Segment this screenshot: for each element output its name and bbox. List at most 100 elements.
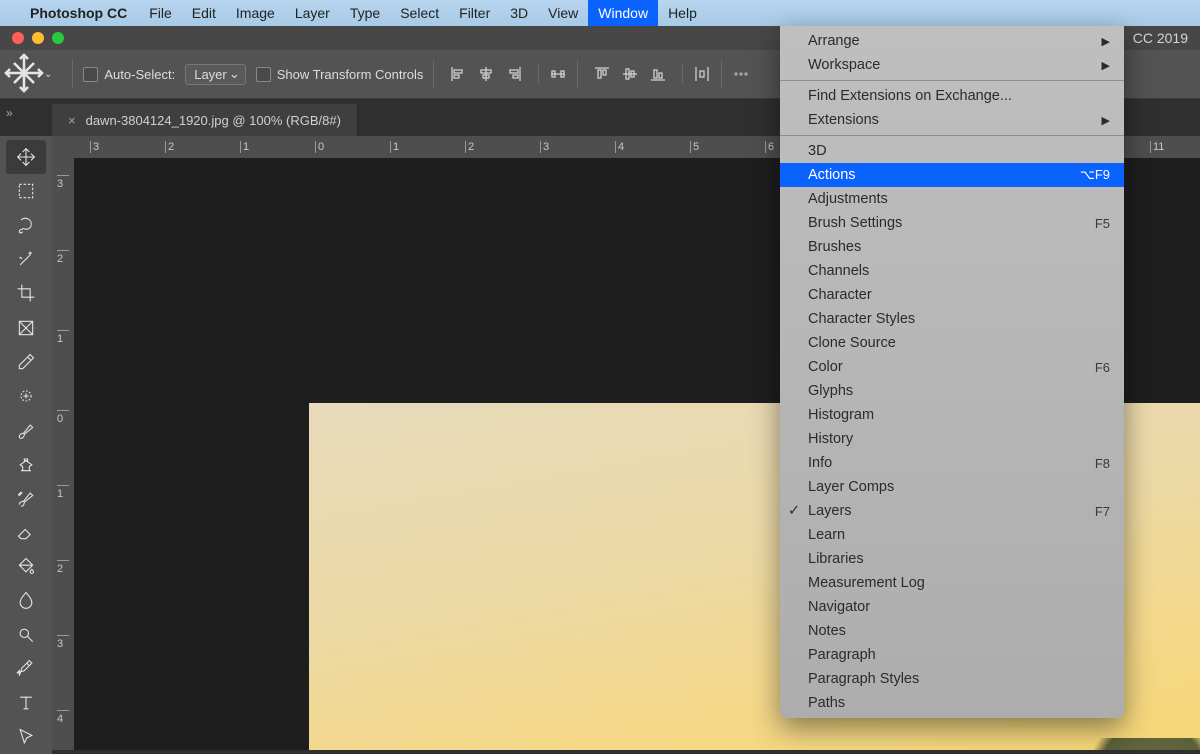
path-selection-tool[interactable]: [6, 720, 46, 754]
menu-3d[interactable]: 3D: [500, 0, 538, 26]
pen-tool[interactable]: [6, 652, 46, 686]
menu-item-info[interactable]: InfoF8: [780, 451, 1124, 475]
menu-item-arrange[interactable]: Arrange▶: [780, 29, 1124, 53]
menu-item-learn[interactable]: Learn: [780, 523, 1124, 547]
menu-item-measurement-log[interactable]: Measurement Log: [780, 571, 1124, 595]
menu-item-paragraph-styles[interactable]: Paragraph Styles: [780, 667, 1124, 691]
spot-healing-tool[interactable]: [6, 379, 46, 413]
submenu-arrow-icon: ▶: [1102, 59, 1110, 72]
menu-item-label: Color: [808, 359, 843, 375]
menu-item-glyphs[interactable]: Glyphs: [780, 379, 1124, 403]
menu-item-label: Navigator: [808, 599, 870, 615]
align-top-icon[interactable]: [593, 65, 611, 83]
menu-item-label: 3D: [808, 143, 827, 159]
menu-item-find-extensions-on-exchange-[interactable]: Find Extensions on Exchange...: [780, 84, 1124, 108]
history-brush-tool[interactable]: [6, 481, 46, 515]
marquee-tool[interactable]: [6, 174, 46, 208]
menu-item-layer-comps[interactable]: Layer Comps: [780, 475, 1124, 499]
menu-item-adjustments[interactable]: Adjustments: [780, 187, 1124, 211]
panel-collapse-toggle[interactable]: »: [6, 106, 11, 120]
menu-item-character-styles[interactable]: Character Styles: [780, 307, 1124, 331]
document-tab-label: dawn-3804124_1920.jpg @ 100% (RGB/8#): [86, 113, 341, 128]
lasso-tool[interactable]: [6, 208, 46, 242]
menu-item-paths[interactable]: Paths: [780, 691, 1124, 715]
menu-view[interactable]: View: [538, 0, 588, 26]
menu-item-histogram[interactable]: Histogram: [780, 403, 1124, 427]
app-name[interactable]: Photoshop CC: [30, 5, 127, 21]
submenu-arrow-icon: ▶: [1102, 114, 1110, 127]
menu-item-character[interactable]: Character: [780, 283, 1124, 307]
document-tab[interactable]: × dawn-3804124_1920.jpg @ 100% (RGB/8#): [52, 104, 358, 136]
menu-edit[interactable]: Edit: [182, 0, 226, 26]
menu-item-label: Glyphs: [808, 383, 853, 399]
menu-item-workspace[interactable]: Workspace▶: [780, 53, 1124, 77]
dodge-tool[interactable]: [6, 618, 46, 652]
menu-item-brush-settings[interactable]: Brush SettingsF5: [780, 211, 1124, 235]
crop-tool[interactable]: [6, 276, 46, 310]
magic-wand-tool[interactable]: [6, 242, 46, 276]
menu-item-paragraph[interactable]: Paragraph: [780, 643, 1124, 667]
window-menu-dropdown: Arrange▶Workspace▶ Find Extensions on Exc…: [780, 26, 1124, 718]
menu-item-extensions[interactable]: Extensions▶: [780, 108, 1124, 132]
menu-item-navigator[interactable]: Navigator: [780, 595, 1124, 619]
close-tab-icon[interactable]: ×: [68, 113, 76, 128]
eraser-tool[interactable]: [6, 515, 46, 549]
auto-select-dropdown[interactable]: Layer: [185, 64, 246, 85]
align-hcenter-icon[interactable]: [477, 65, 495, 83]
menu-item-shortcut: ⌥F9: [1080, 167, 1110, 183]
menu-item-channels[interactable]: Channels: [780, 259, 1124, 283]
minimize-window-button[interactable]: [32, 32, 44, 44]
auto-select-label: Auto-Select:: [104, 67, 175, 82]
move-tool[interactable]: [6, 140, 46, 174]
menu-item-actions[interactable]: Actions⌥F9: [780, 163, 1124, 187]
show-transform-label: Show Transform Controls: [277, 67, 424, 82]
vertical-ruler[interactable]: 32101234: [52, 158, 75, 750]
window-title-version: CC 2019: [1133, 26, 1188, 50]
distribute-hcenter-icon[interactable]: [549, 65, 567, 83]
blur-tool[interactable]: [6, 583, 46, 617]
menu-item-layers[interactable]: ✓LayersF7: [780, 499, 1124, 523]
brush-tool[interactable]: [6, 413, 46, 447]
type-tool[interactable]: [6, 686, 46, 720]
menu-item-notes[interactable]: Notes: [780, 619, 1124, 643]
menu-help[interactable]: Help: [658, 0, 707, 26]
show-transform-checkbox[interactable]: [256, 67, 271, 82]
align-left-icon[interactable]: [449, 65, 467, 83]
menu-item-shortcut: F8: [1095, 456, 1110, 471]
menu-item-3d[interactable]: 3D: [780, 139, 1124, 163]
menu-item-label: Clone Source: [808, 335, 896, 351]
tool-preset-dropdown[interactable]: ⌄: [44, 69, 52, 80]
menu-item-brushes[interactable]: Brushes: [780, 235, 1124, 259]
menu-file[interactable]: File: [139, 0, 182, 26]
current-tool-icon[interactable]: [0, 49, 48, 100]
menu-item-libraries[interactable]: Libraries: [780, 547, 1124, 571]
frame-tool[interactable]: [6, 311, 46, 345]
eyedropper-tool[interactable]: [6, 345, 46, 379]
more-options-icon[interactable]: [732, 65, 750, 83]
align-bottom-icon[interactable]: [649, 65, 667, 83]
align-vcenter-icon[interactable]: [621, 65, 639, 83]
menu-item-history[interactable]: History: [780, 427, 1124, 451]
align-group-2: [588, 65, 672, 83]
menu-type[interactable]: Type: [340, 0, 390, 26]
auto-select-checkbox[interactable]: [83, 67, 98, 82]
align-right-icon[interactable]: [505, 65, 523, 83]
menu-item-clone-source[interactable]: Clone Source: [780, 331, 1124, 355]
distribute-vcenter-icon[interactable]: [693, 65, 711, 83]
document-tab-bar: × dawn-3804124_1920.jpg @ 100% (RGB/8#): [52, 104, 358, 136]
menu-item-color[interactable]: ColorF6: [780, 355, 1124, 379]
menu-window[interactable]: Window: [588, 0, 658, 26]
clone-stamp-tool[interactable]: [6, 447, 46, 481]
maximize-window-button[interactable]: [52, 32, 64, 44]
menu-item-label: Paragraph: [808, 647, 876, 663]
menu-image[interactable]: Image: [226, 0, 285, 26]
menu-layer[interactable]: Layer: [285, 0, 340, 26]
close-window-button[interactable]: [12, 32, 24, 44]
paint-bucket-tool[interactable]: [6, 549, 46, 583]
menu-filter[interactable]: Filter: [449, 0, 500, 26]
menu-item-shortcut: F5: [1095, 216, 1110, 231]
submenu-arrow-icon: ▶: [1102, 35, 1110, 48]
menu-select[interactable]: Select: [390, 0, 449, 26]
menu-item-label: Measurement Log: [808, 575, 925, 591]
menu-item-label: Layers: [808, 503, 852, 519]
